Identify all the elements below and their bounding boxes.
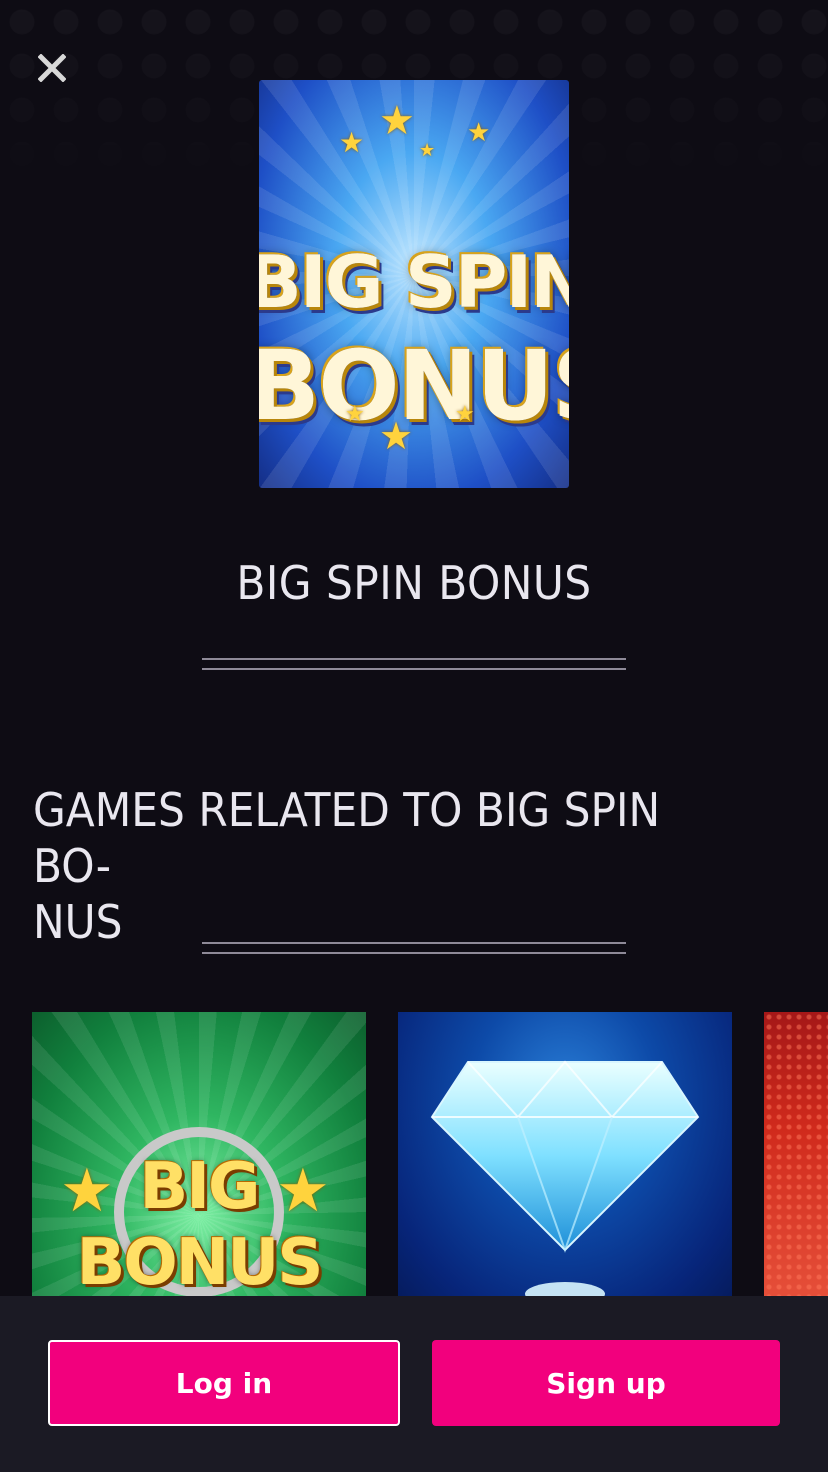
auth-bar: Log in Sign up bbox=[0, 1296, 828, 1472]
tile-pattern bbox=[764, 1012, 828, 1302]
related-heading-line1: GAMES RELATED TO BIG SPIN BO- bbox=[33, 783, 661, 893]
login-button[interactable]: Log in bbox=[48, 1340, 400, 1426]
star-icon: ★ bbox=[379, 414, 414, 458]
star-icon: ★ bbox=[379, 98, 415, 144]
related-games-carousel[interactable]: ★ ★ BIG BONUS bbox=[32, 1012, 828, 1302]
tile-text-line1: BIG bbox=[139, 1150, 260, 1224]
signup-button[interactable]: Sign up bbox=[432, 1340, 780, 1426]
game-tile-partial[interactable] bbox=[764, 1012, 828, 1302]
star-icon: ★ bbox=[339, 126, 365, 159]
cover-text-line2: BONUS bbox=[259, 330, 569, 442]
star-icon: ★ bbox=[467, 118, 491, 148]
related-games-heading: GAMES RELATED TO BIG SPIN BO- NUS bbox=[33, 782, 732, 950]
game-cover-image: ★ ★ ★ ★ BIG SPIN BONUS ★ ★ ★ bbox=[259, 80, 569, 488]
star-icon: ★ bbox=[345, 402, 365, 427]
cover-text-line1: BIG SPIN bbox=[259, 240, 569, 324]
divider bbox=[202, 658, 626, 670]
tile-text-line2: BONUS bbox=[76, 1226, 324, 1300]
game-tile-big-bonus[interactable]: ★ ★ BIG BONUS bbox=[32, 1012, 366, 1302]
close-button[interactable] bbox=[30, 46, 74, 90]
star-icon: ★ bbox=[455, 402, 475, 427]
related-heading-line2: NUS bbox=[33, 895, 123, 949]
diamond-icon bbox=[430, 1060, 700, 1302]
divider bbox=[202, 942, 626, 954]
star-icon: ★ bbox=[419, 140, 436, 161]
close-icon bbox=[38, 54, 66, 82]
game-tile-diamond[interactable] bbox=[398, 1012, 732, 1302]
game-title: BIG SPIN BONUS bbox=[236, 556, 592, 610]
